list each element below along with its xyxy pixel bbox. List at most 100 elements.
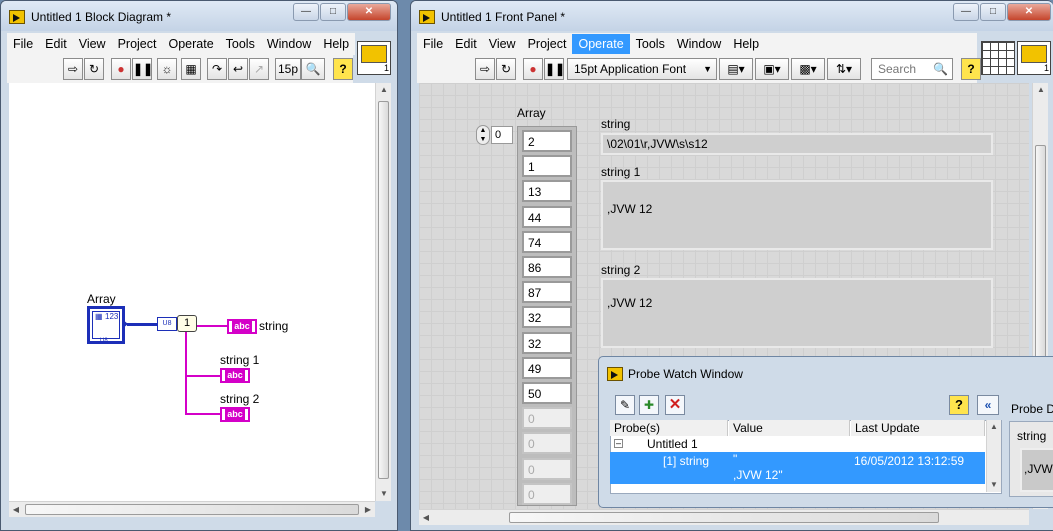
bd-canvas[interactable]: Array 123 ▦ U8 U8 1 abc string string 1 … <box>9 83 375 501</box>
reorder-icon[interactable]: ⇅▾ <box>827 58 861 80</box>
help-icon[interactable]: ? <box>949 395 969 415</box>
string-wire-main[interactable] <box>197 325 227 327</box>
column-header-value[interactable]: Value <box>729 420 850 436</box>
align-objects-icon[interactable]: ▤▾ <box>719 58 753 80</box>
menu-project[interactable]: Project <box>522 37 573 51</box>
array-element[interactable]: 32 <box>522 331 572 354</box>
bd-titlebar[interactable]: Untitled 1 Block Diagram * — □ ✕ <box>1 1 397 31</box>
string1-indicator-terminal[interactable]: abc <box>220 368 250 383</box>
array-control-terminal[interactable]: 123 ▦ U8 <box>87 306 128 344</box>
menu-window[interactable]: Window <box>261 37 317 51</box>
bd-hscroll-thumb[interactable] <box>25 504 359 515</box>
minimize-button[interactable]: — <box>293 3 319 21</box>
array-element-empty[interactable]: 0 <box>522 482 572 505</box>
array-element[interactable]: 1 <box>522 155 572 178</box>
string-wire-2[interactable] <box>185 413 221 415</box>
index-constant[interactable]: 1 <box>177 315 197 332</box>
minimize-button[interactable]: — <box>953 3 979 21</box>
array-index-value[interactable]: 0 <box>491 126 513 144</box>
run-continuously-icon[interactable]: ↻ <box>496 58 516 80</box>
array-element-empty[interactable]: 0 <box>522 432 572 455</box>
run-continuously-icon[interactable]: ↻ <box>84 58 104 80</box>
close-button[interactable]: ✕ <box>347 3 391 21</box>
bd-vertical-scrollbar[interactable]: ▲ ▼ <box>375 83 391 501</box>
array-element[interactable]: 74 <box>522 230 572 253</box>
string-wire-branch[interactable] <box>185 332 187 414</box>
step-into-icon[interactable]: ↷ <box>207 58 227 80</box>
menu-project[interactable]: Project <box>112 37 163 51</box>
pause-icon[interactable]: ❚❚ <box>132 58 153 80</box>
delete-probe-icon[interactable]: ✕ <box>665 395 685 415</box>
column-header-probes[interactable]: Probe(s) <box>610 420 728 436</box>
step-over-icon[interactable]: ↩ <box>228 58 248 80</box>
array-wire[interactable] <box>127 323 157 326</box>
close-button[interactable]: ✕ <box>1007 3 1051 21</box>
array-element[interactable]: 49 <box>522 356 572 379</box>
help-icon[interactable]: ? <box>961 58 981 80</box>
column-header-last-update[interactable]: Last Update <box>851 420 985 436</box>
fp-vi-icon-large[interactable]: 1 <box>1017 41 1051 75</box>
probe-row-selected[interactable]: [1] string " ,JVW 12" 16/05/2012 13:12:5… <box>610 452 985 484</box>
abort-icon[interactable]: ● <box>523 58 543 80</box>
font-dropdown[interactable]: 15p <box>275 58 301 80</box>
collapse-group-icon[interactable]: – <box>614 439 623 448</box>
menu-edit[interactable]: Edit <box>449 37 483 51</box>
array-element[interactable]: 2 <box>522 130 572 152</box>
byte-array-to-string-node[interactable]: U8 <box>157 317 177 331</box>
array-element[interactable]: 32 <box>522 306 572 329</box>
increment-decrement-icon[interactable]: ▲ ▼ <box>476 125 490 145</box>
menu-edit[interactable]: Edit <box>39 37 73 51</box>
string1-indicator[interactable]: ,JVW 12 <box>601 180 993 250</box>
distribute-objects-icon[interactable]: ▣▾ <box>755 58 789 80</box>
menu-operate[interactable]: Operate <box>162 37 219 51</box>
retain-wire-values-icon[interactable]: ▦ <box>181 58 201 80</box>
fp-horizontal-scrollbar[interactable]: ◀ <box>419 509 1029 525</box>
string-indicator[interactable]: \02\01\r,JVW\s\s12 <box>601 133 993 155</box>
fp-titlebar[interactable]: Untitled 1 Front Panel * — □ ✕ <box>411 1 1053 31</box>
fp-hscroll-thumb[interactable] <box>509 512 939 523</box>
menu-operate[interactable]: Operate <box>572 34 630 54</box>
font-dropdown[interactable]: 15pt Application Font ▼ <box>567 58 717 80</box>
menu-tools[interactable]: Tools <box>220 37 261 51</box>
highlight-execution-icon[interactable]: ☼ <box>157 58 177 80</box>
string2-indicator[interactable]: ,JVW 12 <box>601 278 993 348</box>
menu-view[interactable]: View <box>73 37 112 51</box>
probe-group-label[interactable]: Untitled 1 <box>647 437 698 451</box>
search-input[interactable]: Search 🔍 <box>871 58 953 80</box>
menu-help[interactable]: Help <box>727 37 765 51</box>
array-element[interactable]: 44 <box>522 205 572 228</box>
array-element[interactable]: 50 <box>522 382 572 404</box>
run-arrow-icon[interactable]: ⇨ <box>475 58 495 80</box>
maximize-button[interactable]: □ <box>980 3 1006 21</box>
string2-indicator-terminal[interactable]: abc <box>220 407 250 422</box>
menu-window[interactable]: Window <box>671 37 727 51</box>
maximize-button[interactable]: □ <box>320 3 346 21</box>
array-element[interactable]: 13 <box>522 180 572 203</box>
array-index-control[interactable]: ▲ ▼ 0 <box>476 125 516 145</box>
array-element-empty[interactable]: 0 <box>522 407 572 430</box>
collapse-panel-icon[interactable]: « <box>977 395 999 415</box>
bd-vscroll-thumb[interactable] <box>378 101 389 479</box>
menu-tools[interactable]: Tools <box>630 37 671 51</box>
connector-pane-icon[interactable] <box>981 41 1015 75</box>
search-icon[interactable]: 🔍 <box>301 58 325 80</box>
array-element-empty[interactable]: 0 <box>522 457 572 480</box>
step-out-icon[interactable]: ↗ <box>249 58 269 80</box>
menu-view[interactable]: View <box>483 37 522 51</box>
resize-objects-icon[interactable]: ▩▾ <box>791 58 825 80</box>
help-icon[interactable]: ? <box>333 58 353 80</box>
new-probe-icon[interactable]: ✎ <box>615 395 635 415</box>
add-probes-icon[interactable]: ✚ <box>639 395 659 415</box>
menu-file[interactable]: File <box>7 37 39 51</box>
menu-help[interactable]: Help <box>317 37 355 51</box>
string-wire-1[interactable] <box>185 375 221 377</box>
array-element[interactable]: 86 <box>522 256 572 278</box>
probe-list-scrollbar[interactable]: ▲ ▼ <box>986 420 1001 492</box>
run-arrow-icon[interactable]: ⇨ <box>63 58 83 80</box>
menu-file[interactable]: File <box>417 37 449 51</box>
array-element[interactable]: 87 <box>522 281 572 304</box>
string-indicator-terminal[interactable]: abc <box>227 319 257 334</box>
bd-vi-icon-large[interactable]: 1 <box>357 41 391 75</box>
abort-icon[interactable]: ● <box>111 58 131 80</box>
pause-icon[interactable]: ❚❚ <box>544 58 565 80</box>
